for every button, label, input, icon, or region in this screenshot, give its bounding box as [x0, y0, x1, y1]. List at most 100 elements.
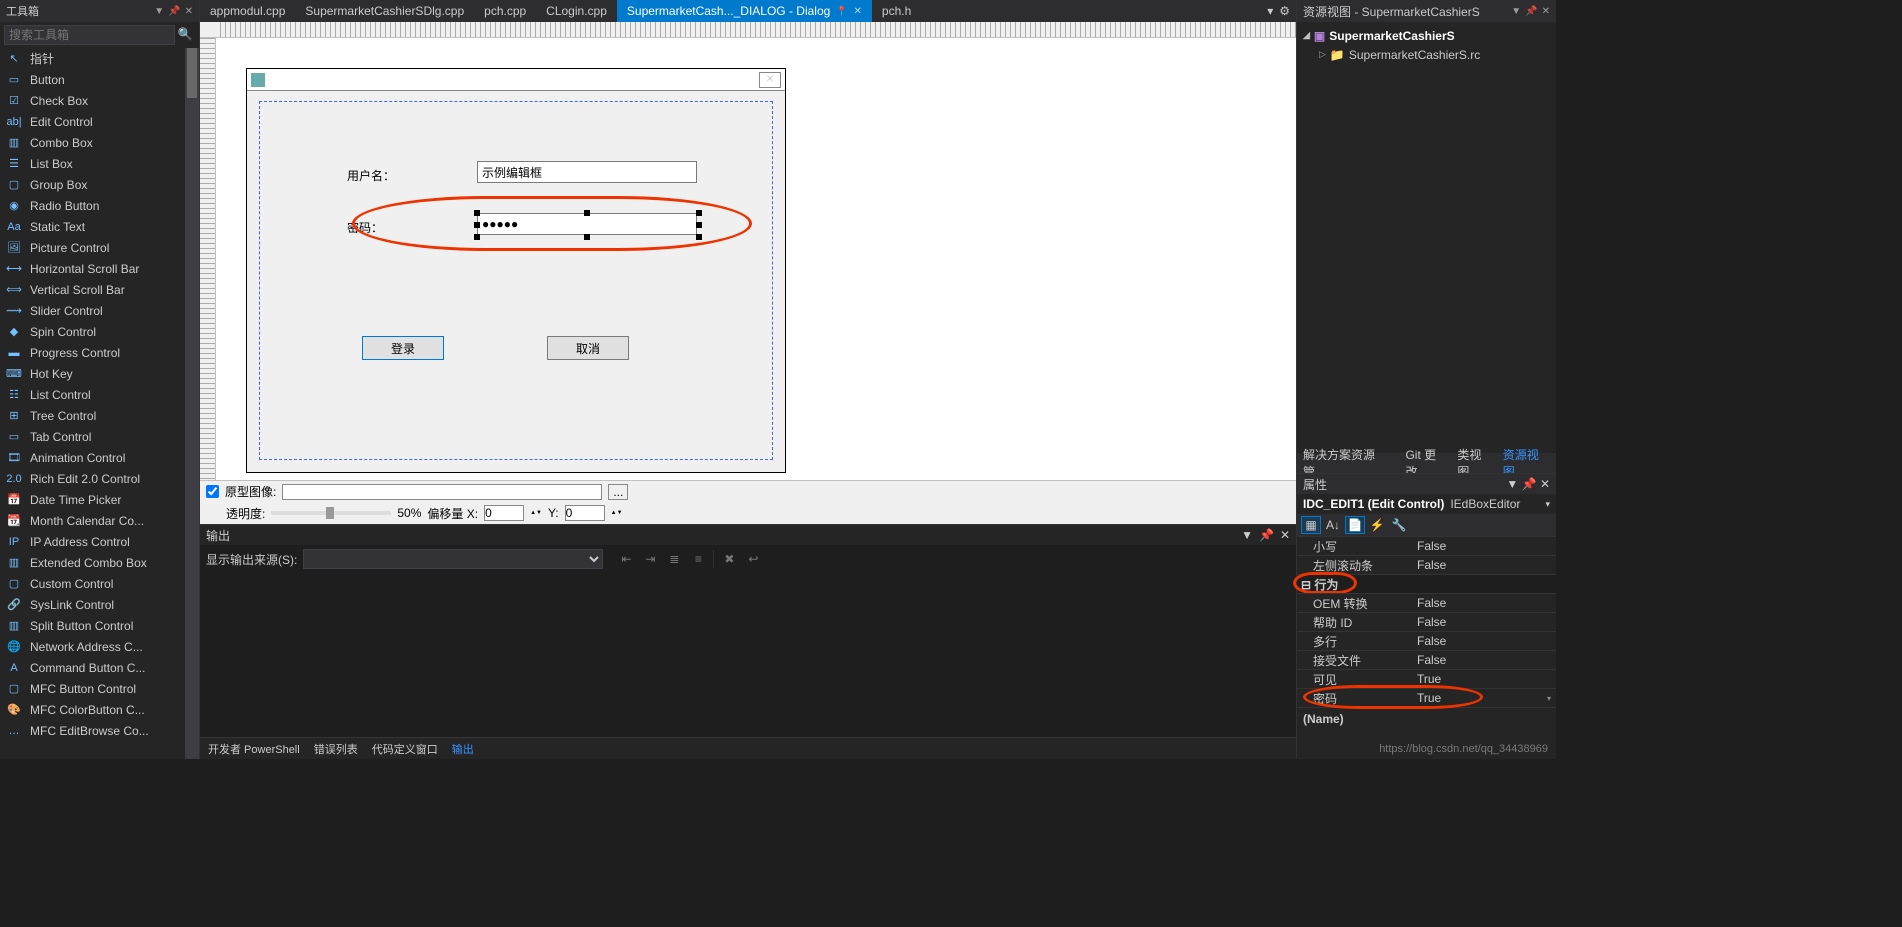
toolbox-item[interactable]: ⟺Vertical Scroll Bar — [0, 279, 199, 300]
prop-value[interactable]: False — [1417, 615, 1542, 629]
close-icon[interactable]: ✕ — [854, 6, 862, 17]
toolbox-item[interactable]: ⊞Tree Control — [0, 405, 199, 426]
dropdown-icon[interactable]: ▼ — [154, 6, 164, 17]
opacity-slider[interactable] — [271, 511, 391, 515]
toolbox-item[interactable]: 🎨MFC ColorButton C... — [0, 699, 199, 720]
toolbox-item[interactable]: ▭Tab Control — [0, 426, 199, 447]
password-edit[interactable]: ●●●●● — [477, 213, 697, 235]
toolbox-item[interactable]: 🖼Picture Control — [0, 237, 199, 258]
prop-dropdown-icon[interactable]: ▾ — [1542, 694, 1556, 703]
toolbox-item[interactable]: 📆Month Calendar Co... — [0, 510, 199, 531]
prop-value[interactable]: False — [1417, 653, 1542, 667]
scrollbar[interactable] — [185, 48, 199, 759]
toolbox-item[interactable]: ▢Group Box — [0, 174, 199, 195]
toolbox-item[interactable]: ⟿Slider Control — [0, 300, 199, 321]
prev-icon[interactable]: ⇤ — [617, 550, 635, 568]
toolbox-item[interactable]: 🔗SysLink Control — [0, 594, 199, 615]
close-icon[interactable]: ✕ — [1540, 477, 1550, 491]
toolbox-item[interactable]: ▥Extended Combo Box — [0, 552, 199, 573]
prop-value[interactable]: False — [1417, 539, 1542, 553]
props-dropdown-icon[interactable]: ▾ — [1545, 499, 1550, 510]
wrap-icon[interactable]: ↩ — [744, 550, 762, 568]
proto-checkbox[interactable] — [206, 485, 219, 498]
dropdown-icon[interactable]: ▼ — [1506, 477, 1518, 491]
toolbox-item[interactable]: ▥Split Button Control — [0, 615, 199, 636]
tree-rc-file[interactable]: SupermarketCashierS.rc — [1349, 48, 1480, 62]
prop-value[interactable]: False — [1417, 558, 1542, 572]
outdent-icon[interactable]: ≡ — [689, 550, 707, 568]
editor-tab[interactable]: pch.cpp — [474, 0, 536, 22]
toolbox-item[interactable]: ◆Spin Control — [0, 321, 199, 342]
cancel-button[interactable]: 取消 — [547, 336, 629, 360]
username-label[interactable]: 用户名： — [347, 167, 395, 184]
toolbox-item[interactable]: 📅Date Time Picker — [0, 489, 199, 510]
toolbox-item[interactable]: ▭Button — [0, 69, 199, 90]
output-source-select[interactable] — [303, 549, 603, 569]
pin-icon[interactable]: 📍 — [836, 6, 847, 17]
toolbox-item[interactable]: …MFC EditBrowse Co... — [0, 720, 199, 741]
toolbox-item[interactable]: ACommand Button C... — [0, 657, 199, 678]
close-icon[interactable]: ✕ — [185, 6, 193, 17]
tab-output[interactable]: 输出 — [452, 741, 474, 757]
editor-tab[interactable]: SupermarketCashierSDlg.cpp — [295, 0, 474, 22]
offsety-spinner[interactable]: ▲▼ — [611, 510, 623, 517]
prop-value[interactable]: False — [1417, 634, 1542, 648]
search-icon[interactable]: 🔍 — [175, 25, 195, 45]
editor-tab[interactable]: appmodul.cpp — [200, 0, 295, 22]
clear-icon[interactable]: ✖ — [720, 550, 738, 568]
password-label[interactable]: 密码： — [347, 219, 383, 236]
dialog-close-button[interactable]: ✕ — [759, 72, 781, 88]
indent-icon[interactable]: ≣ — [665, 550, 683, 568]
expand-icon[interactable]: ◢ — [1303, 30, 1310, 41]
toolbox-item[interactable]: ▬Progress Control — [0, 342, 199, 363]
toolbox-item[interactable]: ◉Radio Button — [0, 195, 199, 216]
tab-errorlist[interactable]: 错误列表 — [314, 741, 358, 757]
expand-icon[interactable]: ▷ — [1319, 49, 1326, 60]
proto-browse-button[interactable]: ... — [608, 484, 628, 500]
close-icon[interactable]: ✕ — [1542, 6, 1550, 17]
alphabetical-icon[interactable]: A↓ — [1323, 516, 1343, 534]
toolbox-item[interactable]: ⟷Horizontal Scroll Bar — [0, 258, 199, 279]
prop-category[interactable]: ⊟ 行为 — [1297, 576, 1417, 593]
tab-codedef[interactable]: 代码定义窗口 — [372, 741, 438, 757]
toolbox-item[interactable]: ab|Edit Control — [0, 111, 199, 132]
tabs-settings-icon[interactable]: ⚙ — [1279, 4, 1290, 18]
prop-value[interactable]: True — [1417, 691, 1542, 705]
toolbox-item[interactable]: IPIP Address Control — [0, 531, 199, 552]
editor-tab[interactable]: pch.h — [872, 0, 921, 22]
pin-icon[interactable]: 📌 — [1525, 6, 1537, 17]
editor-tab[interactable]: SupermarketCash..._DIALOG - Dialog📍✕ — [617, 0, 872, 22]
offsetx-spinner[interactable]: ▲▼ — [530, 510, 542, 517]
tree-root[interactable]: SupermarketCashierS — [1329, 29, 1454, 43]
properties-icon[interactable]: 📄 — [1345, 516, 1365, 534]
toolbox-item[interactable]: 2.0Rich Edit 2.0 Control — [0, 468, 199, 489]
pin-icon[interactable]: 📌 — [1259, 528, 1274, 542]
login-button[interactable]: 登录 — [362, 336, 444, 360]
toolbox-item[interactable]: ↖指针 — [0, 48, 199, 69]
proto-path-input[interactable] — [282, 484, 602, 500]
toolbox-item[interactable]: 🌐Network Address C... — [0, 636, 199, 657]
output-body[interactable] — [200, 573, 1296, 737]
toolbox-item[interactable]: ☑Check Box — [0, 90, 199, 111]
toolbox-item[interactable]: AaStatic Text — [0, 216, 199, 237]
pin-icon[interactable]: 📌 — [168, 6, 180, 17]
resource-tree[interactable]: ◢ ▣ SupermarketCashierS ▷ 📁 SupermarketC… — [1297, 22, 1556, 453]
toolbox-item[interactable]: ▢Custom Control — [0, 573, 199, 594]
toolbox-item[interactable]: ☷List Control — [0, 384, 199, 405]
dropdown-icon[interactable]: ▼ — [1511, 6, 1521, 17]
close-icon[interactable]: ✕ — [1280, 528, 1290, 542]
design-canvas[interactable]: ✕ 用户名： 密码： ●●●●● — [216, 38, 1296, 480]
editor-tab[interactable]: CLogin.cpp — [536, 0, 617, 22]
next-icon[interactable]: ⇥ — [641, 550, 659, 568]
offsety-input[interactable] — [565, 505, 605, 521]
toolbox-item[interactable]: ▥Combo Box — [0, 132, 199, 153]
dialog-window[interactable]: ✕ 用户名： 密码： ●●●●● — [246, 68, 786, 473]
toolbox-item[interactable]: 🎞Animation Control — [0, 447, 199, 468]
toolbox-item[interactable]: ☰List Box — [0, 153, 199, 174]
messages-icon[interactable]: 🔧 — [1389, 516, 1409, 534]
toolbox-item[interactable]: ▢MFC Button Control — [0, 678, 199, 699]
prop-value[interactable]: True — [1417, 672, 1542, 686]
pin-icon[interactable]: 📌 — [1522, 477, 1537, 491]
dropdown-icon[interactable]: ▼ — [1241, 528, 1253, 542]
toolbox-item[interactable]: ⌨Hot Key — [0, 363, 199, 384]
